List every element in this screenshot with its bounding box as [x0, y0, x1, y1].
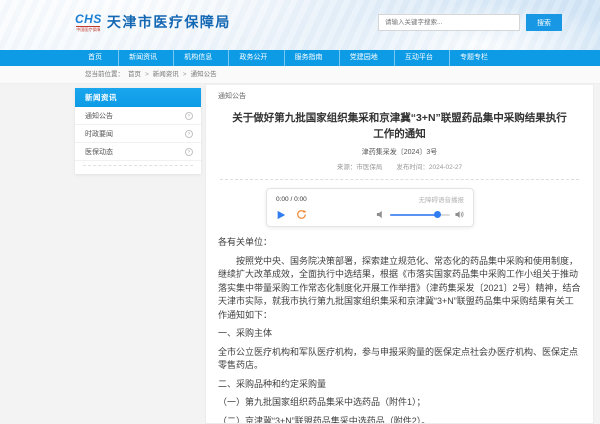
breadcrumb-link-home[interactable]: 首页: [128, 66, 141, 84]
sidebar-item-current-affairs[interactable]: 时政要闻 ›: [75, 125, 201, 143]
paragraph-heading: 一、采购主体: [218, 327, 581, 341]
site-title: 天津市医疗保障局: [107, 12, 231, 32]
sidebar-item-insurance-news[interactable]: 医保动态 ›: [75, 143, 201, 161]
site-header: CHS 中国医疗保障 天津市医疗保障局 搜索: [0, 0, 600, 50]
chevron-right-icon: ›: [185, 112, 193, 120]
logo-acronym: CHS: [75, 13, 102, 25]
accessibility-broadcast-label: 无障碍语音播报: [419, 194, 465, 204]
article-panel: 通知公告 关于做好第九批国家组织集采和京津冀“3+N”联盟药品集中采购结果执行工…: [205, 84, 594, 424]
sidebar-item-notices[interactable]: 通知公告 ›: [75, 107, 201, 125]
player-time: 0:00 / 0:00: [276, 196, 307, 203]
logo-subtext: 中国医疗保障: [76, 26, 100, 32]
breadcrumb-bar: 您当前位置： 首页 > 新闻资讯 > 通知公告: [0, 66, 600, 84]
sidebar-divider: [83, 165, 193, 166]
page: CHS 中国医疗保障 天津市医疗保障局 搜索 首页 新闻资讯 机构信息 政务公开…: [0, 0, 600, 424]
paragraph: 各有关单位：: [218, 236, 581, 250]
volume-mute-icon[interactable]: [376, 210, 385, 219]
main-nav: 首页 新闻资讯 机构信息 政务公开 服务指南 党建园地 互动平台 专题专栏: [0, 50, 600, 66]
paragraph: （一）第九批国家组织药品集采中选药品（附件1）；: [218, 396, 581, 410]
title-divider: [220, 179, 579, 180]
volume-slider-knob[interactable]: [434, 211, 441, 218]
sidebar-title: 新闻资讯: [75, 88, 201, 107]
search-area: 搜索: [378, 14, 562, 31]
nav-item-org-info[interactable]: 机构信息: [173, 50, 222, 66]
nav-item-interaction[interactable]: 互动平台: [394, 50, 443, 66]
volume-controls: [376, 210, 464, 219]
paragraph: （二）京津冀“3+N”联盟药品集采中选药品（附件2）。: [218, 415, 581, 424]
search-button[interactable]: 搜索: [526, 14, 562, 31]
volume-slider[interactable]: [390, 211, 450, 218]
article-title: 关于做好第九批国家组织集采和京津冀“3+N”联盟药品集中采购结果执行工作的通知: [232, 110, 567, 142]
nav-item-party[interactable]: 党建园地: [339, 50, 388, 66]
breadcrumb-link-news[interactable]: 新闻资讯: [153, 66, 179, 84]
main-region: 新闻资讯 通知公告 › 时政要闻 › 医保动态 › 通知公告 关于做好第九批国家…: [0, 84, 600, 424]
doc-number: 津药集采发〔2024〕3号: [218, 147, 581, 157]
chevron-right-icon: ›: [185, 148, 193, 156]
breadcrumb-separator: >: [145, 66, 149, 84]
article-body: 各有关单位： 按照党中央、国务院决策部署，探索建立规范化、常态化的药品集中采购和…: [218, 236, 581, 424]
article-meta: 来源：市医保局 发布时间：2024-02-27: [218, 161, 581, 171]
breadcrumb-separator: >: [183, 66, 187, 84]
play-button[interactable]: [276, 210, 286, 220]
breadcrumb-link-notices[interactable]: 通知公告: [191, 66, 217, 84]
nav-item-service-guide[interactable]: 服务指南: [284, 50, 333, 66]
section-label: 通知公告: [218, 91, 581, 101]
article-source: 来源：市医保局: [337, 161, 383, 171]
nav-item-news[interactable]: 新闻资讯: [118, 50, 167, 66]
breadcrumb: 您当前位置： 首页 > 新闻资讯 > 通知公告: [85, 66, 600, 84]
nav-item-gov-affairs[interactable]: 政务公开: [228, 50, 277, 66]
chs-logo-icon: CHS 中国医疗保障: [75, 13, 102, 32]
replay-icon: [296, 209, 307, 220]
article-publish-time: 发布时间：2024-02-27: [396, 161, 462, 171]
sidebar-news-menu: 新闻资讯 通知公告 › 时政要闻 › 医保动态 ›: [75, 88, 201, 174]
sidebar-item-label: 时政要闻: [85, 129, 113, 139]
volume-high-icon[interactable]: [455, 210, 464, 219]
chevron-right-icon: ›: [185, 130, 193, 138]
audio-player: 0:00 / 0:00 无障碍语音播报: [266, 188, 474, 227]
nav-item-special-topics[interactable]: 专题专栏: [449, 50, 498, 66]
play-icon: [276, 210, 286, 220]
paragraph: 按照党中央、国务院决策部署，探索建立规范化、常态化的药品集中采购和使用制度，继续…: [218, 255, 581, 323]
nav-item-home[interactable]: 首页: [78, 50, 112, 66]
sidebar-item-label: 通知公告: [85, 111, 113, 121]
replay-button[interactable]: [296, 209, 307, 220]
sidebar-item-label: 医保动态: [85, 147, 113, 157]
brand[interactable]: CHS 中国医疗保障 天津市医疗保障局: [75, 12, 231, 32]
breadcrumb-prefix: 您当前位置：: [85, 66, 124, 84]
search-input[interactable]: [378, 14, 520, 31]
paragraph-heading: 二、采购品种和约定采购量: [218, 378, 581, 392]
paragraph: 全市公立医疗机构和军队医疗机构，参与申报采购量的医保定点社会办医疗机构、医保定点…: [218, 346, 581, 373]
